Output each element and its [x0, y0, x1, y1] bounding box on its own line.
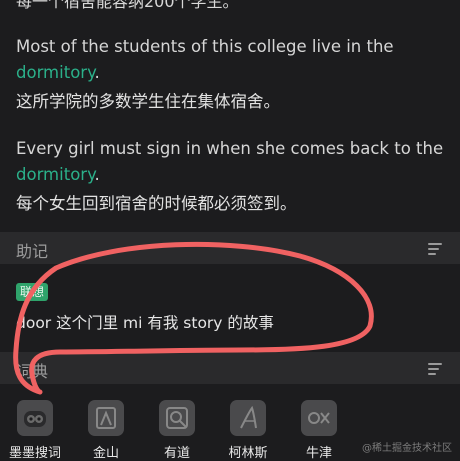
collins-icon [230, 400, 266, 436]
association-tag: 联想 [16, 283, 49, 301]
jinshan-icon [88, 400, 124, 436]
dictionary-label: 有道 [163, 446, 190, 461]
dictionary-label: 柯林斯 [228, 446, 268, 461]
example-en-punct: . [94, 165, 100, 184]
sort-lines-icon[interactable] [428, 243, 442, 255]
example-en: Most of the students of this college liv… [16, 34, 448, 86]
mnemonic-text: door 这个门里 mi 有我 story 的故事 [16, 314, 274, 332]
example-en: Every girl must sign in when she comes b… [16, 136, 448, 188]
example-en-text: Every girl must sign in when she comes b… [16, 139, 444, 158]
example-sentence-1: Most of the students of this college liv… [16, 34, 448, 115]
youdao-icon [159, 400, 195, 436]
example-zh: 这所学院的多数学生住在集体宿舍。 [16, 92, 280, 111]
dictionary-youdao[interactable]: 有道 [149, 400, 205, 461]
dictionary-momo[interactable]: 墨墨搜词 [7, 400, 63, 461]
mnemonic-card[interactable]: 联想 door 这个门里 mi 有我 story 的故事 [0, 264, 460, 350]
highlighted-word[interactable]: dormitory [16, 165, 94, 184]
dictionary-jinshan[interactable]: 金山 [78, 400, 134, 461]
example-en-text: Most of the students of this college liv… [16, 37, 394, 56]
mnemonic-section-header: 助记 [0, 232, 460, 264]
dictionary-label: 墨墨搜词 [8, 446, 61, 461]
section-title: 词典 [16, 362, 49, 381]
example-zh-previous: 每一个宿舍能容纳200个学生。 [16, 0, 239, 11]
dictionary-label: 金山 [92, 446, 119, 461]
example-sentence-2: Every girl must sign in when she comes b… [16, 136, 448, 217]
dictionary-oxford[interactable]: 牛津 [291, 400, 347, 461]
dictionary-label: 牛津 [305, 446, 332, 461]
example-en-punct: . [94, 63, 100, 82]
section-title: 助记 [16, 242, 49, 261]
oxford-icon [301, 400, 337, 436]
highlighted-word[interactable]: dormitory [16, 63, 94, 82]
watermark: @稀土掘金技术社区 [362, 443, 452, 454]
owl-icon [17, 400, 53, 436]
dictionary-section-header: 词典 [0, 352, 460, 384]
sort-lines-icon[interactable] [428, 363, 442, 375]
example-zh: 每个女生回到宿舍的时候都必须签到。 [16, 194, 297, 213]
dictionary-collins[interactable]: 柯林斯 [220, 400, 276, 461]
